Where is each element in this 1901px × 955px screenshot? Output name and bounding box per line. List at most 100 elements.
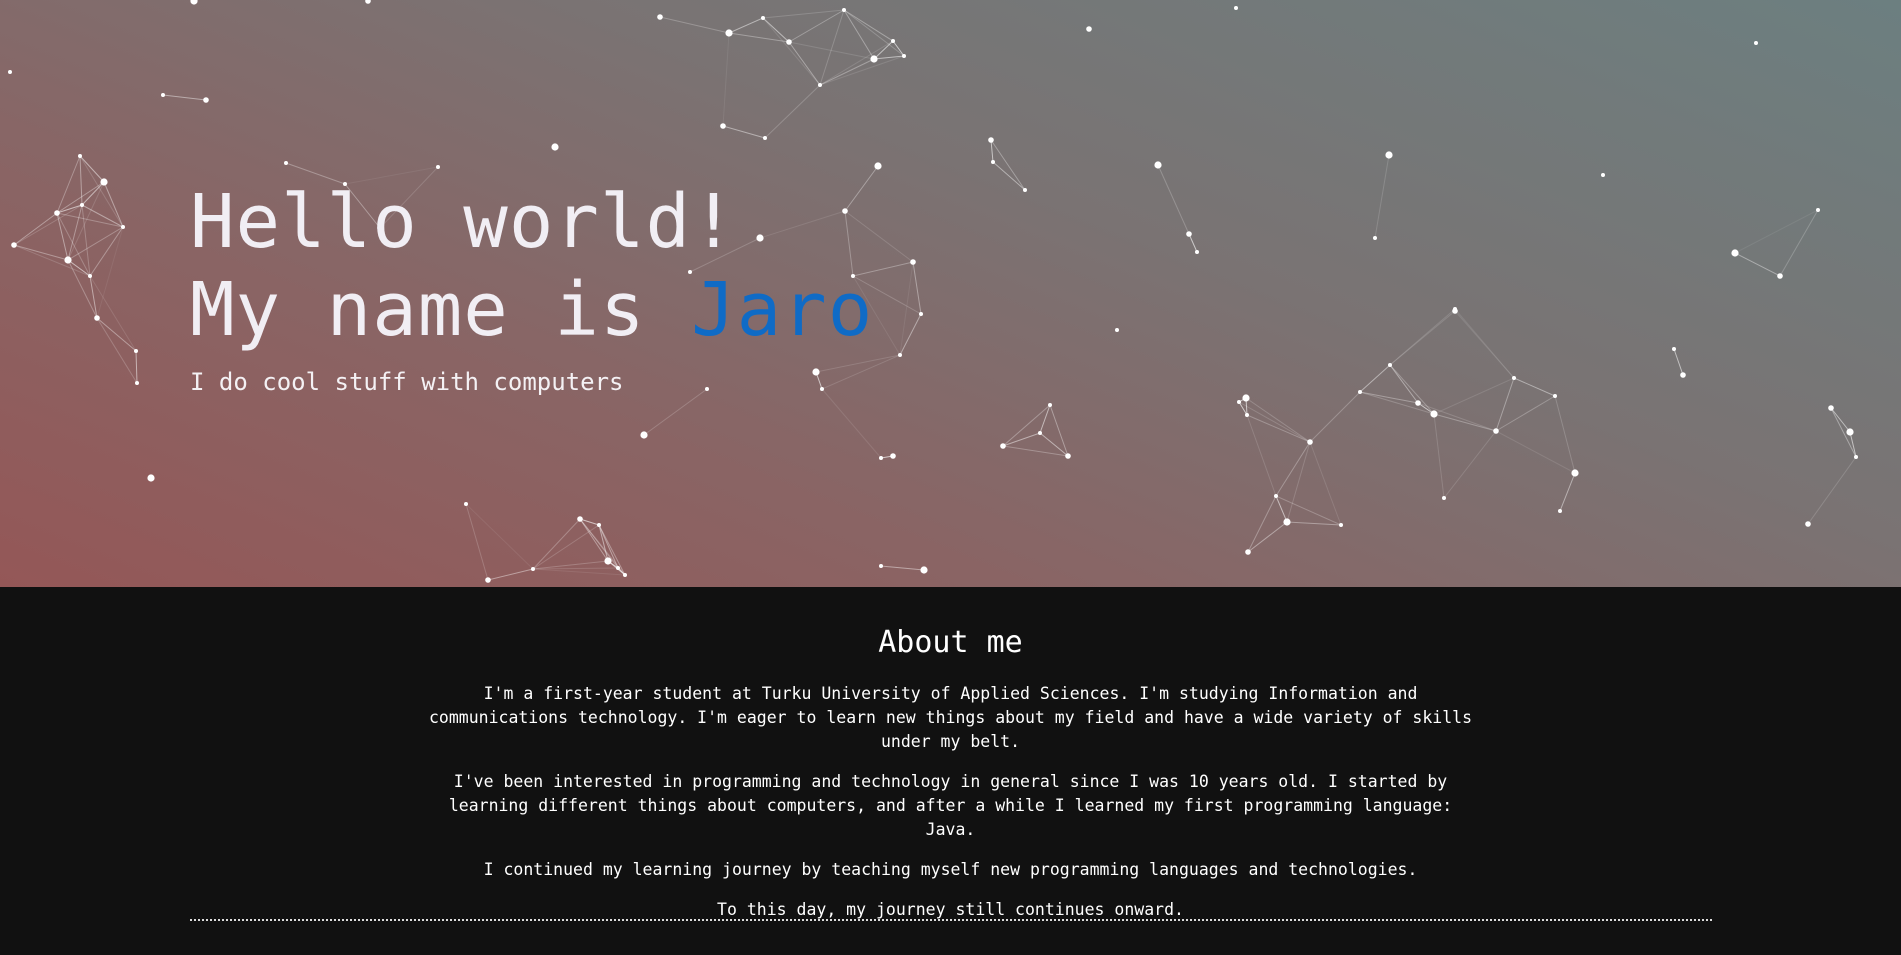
network-node (284, 161, 288, 165)
network-link (1495, 395, 1556, 432)
hero-tagline: I do cool stuff with computers (190, 368, 624, 396)
network-node (94, 315, 100, 321)
network-node (1846, 428, 1854, 436)
about-paragraph: I've been interested in programming and … (448, 772, 1453, 839)
network-node (604, 557, 612, 565)
network-link (1454, 308, 1515, 379)
network-node (623, 573, 627, 577)
network-link (1247, 521, 1288, 553)
about-paragraph: I'm a first-year student at Turku Univer… (428, 684, 1473, 751)
network-node (1442, 496, 1446, 500)
network-link (788, 41, 821, 86)
about-title: About me (878, 625, 1023, 660)
network-node (842, 8, 846, 12)
network-node (1571, 469, 1579, 477)
network-node (910, 259, 916, 265)
network-node (1805, 521, 1811, 527)
network-link (487, 568, 534, 581)
network-node (1493, 428, 1499, 434)
network-link (89, 226, 124, 277)
hero-name-line: My name is Jaro (190, 266, 873, 354)
network-link (880, 565, 925, 571)
network-link (79, 155, 105, 183)
network-node (80, 203, 84, 207)
network-link (819, 9, 845, 86)
network-node (1415, 400, 1421, 406)
network-node (551, 143, 559, 151)
network-link (728, 17, 764, 34)
network-node (1453, 307, 1457, 311)
network-node (720, 123, 726, 129)
network-node (1358, 390, 1362, 394)
network-node (1339, 523, 1343, 527)
network-link (1849, 431, 1857, 458)
network-link (1807, 456, 1857, 525)
network-node (879, 456, 883, 460)
network-link (762, 17, 821, 86)
network-node (1086, 26, 1092, 32)
network-node (1237, 400, 1241, 404)
network-link (1359, 391, 1419, 404)
network-link (89, 275, 137, 352)
network-link (1309, 441, 1342, 526)
network-link (1495, 377, 1515, 432)
network-link (532, 568, 626, 576)
network-link (764, 84, 821, 139)
network-node (436, 165, 440, 169)
network-node (991, 160, 995, 164)
network-node (1115, 328, 1119, 332)
network-node (1065, 453, 1071, 459)
network-node (11, 242, 17, 248)
network-link (1495, 430, 1576, 474)
network-node (1672, 347, 1676, 351)
network-node (1777, 273, 1783, 279)
network-link (1433, 377, 1515, 415)
about-paragraph: I continued my learning journey by teach… (483, 860, 1418, 879)
network-node (78, 154, 82, 158)
network-node (1680, 372, 1686, 378)
network-node (1430, 410, 1438, 418)
about-section: About me I'm a first-year student at Tur… (0, 587, 1901, 955)
network-link (56, 212, 69, 261)
network-link (722, 32, 730, 127)
network-node (1234, 6, 1238, 10)
section-divider (190, 919, 1712, 921)
network-node (1754, 41, 1758, 45)
network-link (56, 212, 124, 228)
network-link (819, 55, 905, 86)
network-node (898, 353, 902, 357)
network-link (465, 503, 489, 581)
network-node (1195, 250, 1199, 254)
network-node (190, 0, 198, 5)
network-link (1559, 472, 1576, 512)
network-node (531, 567, 535, 571)
network-link (1246, 414, 1311, 443)
network-node (1558, 509, 1562, 513)
network-node (100, 178, 108, 186)
network-link (821, 388, 882, 459)
network-node (725, 29, 733, 37)
network-link (1157, 164, 1190, 235)
network-link (1286, 521, 1342, 526)
network-node (1828, 405, 1834, 411)
hero-name: Jaro (691, 267, 874, 353)
network-node (365, 0, 371, 4)
network-node (1283, 518, 1291, 526)
network-link (162, 94, 207, 101)
network-node (640, 431, 648, 439)
network-node (988, 137, 994, 143)
network-link (1673, 348, 1684, 376)
network-link (79, 155, 124, 228)
network-node (1512, 376, 1516, 380)
network-node (8, 70, 12, 74)
network-node (874, 162, 882, 170)
network-link (1389, 308, 1456, 366)
hero-section: Hello world! My name is Jaro I do cool s… (0, 0, 1901, 587)
network-node (1274, 494, 1278, 498)
network-link (1359, 391, 1435, 415)
network-node (657, 14, 663, 20)
network-link (912, 261, 922, 315)
network-link (532, 524, 600, 570)
network-node (485, 577, 491, 583)
network-link (1830, 407, 1851, 433)
